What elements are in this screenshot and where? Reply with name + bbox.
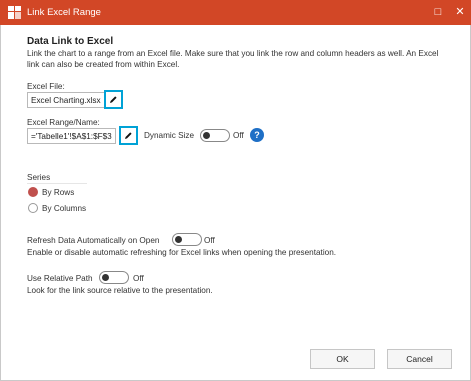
dialog-body (0, 25, 471, 381)
divider (27, 183, 87, 184)
refresh-label: Refresh Data Automatically on Open (27, 236, 160, 245)
excel-file-edit-button[interactable] (104, 90, 123, 109)
relative-path-toggle[interactable] (99, 271, 129, 284)
series-by-columns-radio[interactable] (28, 203, 38, 213)
refresh-toggle[interactable] (172, 233, 202, 246)
relative-path-label: Use Relative Path (27, 274, 93, 283)
excel-range-input[interactable]: ='Tabelle1'!$A$1:$F$3 (27, 128, 116, 144)
section-heading: Data Link to Excel (27, 36, 114, 47)
cancel-button[interactable]: Cancel (387, 349, 452, 369)
excel-file-input[interactable]: Excel Charting.xlsx (27, 92, 116, 108)
series-by-columns-label: By Columns (42, 204, 87, 213)
window-title: Link Excel Range (27, 7, 101, 18)
series-by-rows-radio[interactable] (28, 187, 38, 197)
app-grid-icon (8, 6, 21, 19)
refresh-description: Enable or disable automatic refreshing f… (27, 248, 337, 257)
title-bar: Link Excel Range □ ✕ (0, 0, 471, 25)
refresh-state: Off (204, 236, 215, 245)
ok-button[interactable]: OK (310, 349, 375, 369)
intro-description-line-1: Link the chart to a range from an Excel … (27, 49, 439, 58)
close-button[interactable]: ✕ (453, 5, 467, 19)
pencil-icon (125, 132, 132, 139)
excel-range-edit-button[interactable] (119, 126, 138, 145)
pencil-icon (110, 96, 117, 103)
dynamic-size-label: Dynamic Size (144, 131, 195, 140)
dynamic-size-toggle[interactable] (200, 129, 230, 142)
series-by-rows-label: By Rows (42, 188, 75, 197)
relative-path-state: Off (133, 274, 144, 283)
help-icon[interactable]: ? (250, 128, 264, 142)
dynamic-size-state: Off (233, 131, 244, 140)
relative-path-description: Look for the link source relative to the… (27, 286, 213, 295)
series-label: Series (27, 173, 51, 182)
excel-file-label: Excel File: (27, 82, 65, 91)
intro-description-line-2: link can also be created from within Exc… (27, 60, 180, 69)
maximize-button[interactable]: □ (431, 5, 445, 19)
excel-range-label: Excel Range/Name: (27, 118, 100, 127)
